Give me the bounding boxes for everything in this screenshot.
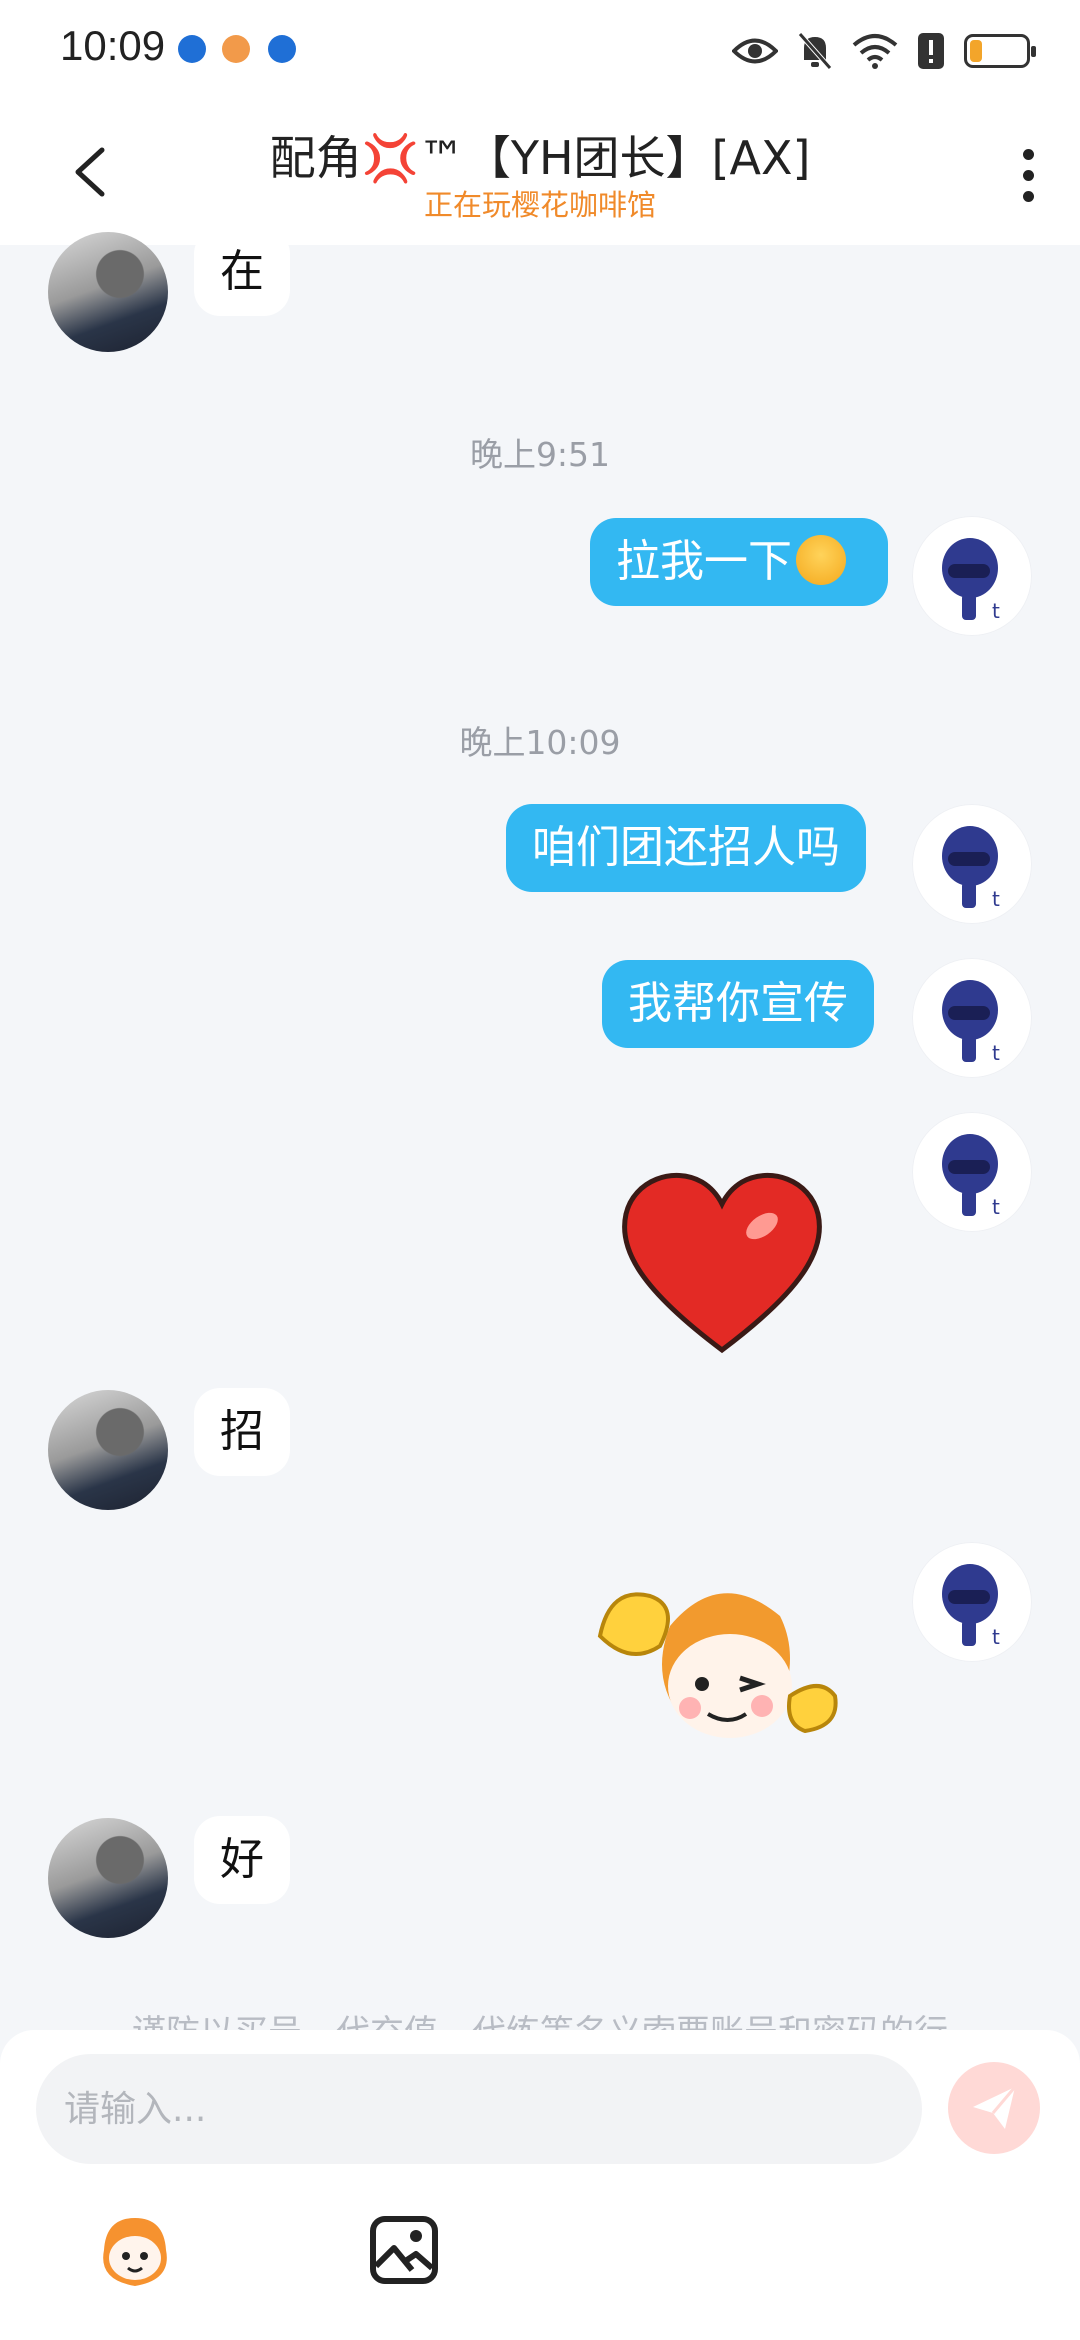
contact-avatar[interactable] (48, 1390, 168, 1510)
red-heart-icon (622, 1172, 822, 1354)
hooded-figure-avatar-icon: t (942, 980, 1000, 1065)
svg-text:t: t (992, 887, 1000, 911)
my-avatar[interactable]: t (912, 1542, 1032, 1662)
more-vertical-icon (1022, 148, 1034, 160)
my-avatar[interactable]: t (912, 1112, 1032, 1232)
heart-sticker[interactable] (612, 1160, 832, 1360)
outgoing-message[interactable]: 我帮你宣传 (602, 960, 874, 1048)
hooded-figure-avatar-icon: t (942, 1564, 1000, 1649)
contact-avatar[interactable] (48, 1818, 168, 1938)
outgoing-message[interactable]: 拉我一下 (590, 518, 888, 606)
incoming-message[interactable]: 招 (194, 1388, 290, 1476)
contact-avatar[interactable] (48, 232, 168, 352)
svg-text:t: t (992, 1625, 1000, 1649)
status-time: 10:09 (60, 22, 166, 69)
my-avatar[interactable]: t (912, 958, 1032, 1078)
mascot-ok-thumbs-up-icon (597, 1592, 838, 1738)
send-button[interactable] (948, 2062, 1040, 2154)
input-area (0, 2030, 1080, 2340)
bell-off-icon (798, 32, 832, 70)
message-text: 拉我一下 (616, 536, 792, 587)
chat-title: 配角💢™【YH团长】[AX] (269, 131, 811, 185)
status-bar: 10:09 (0, 0, 1080, 100)
svg-text:t: t (992, 1041, 1000, 1065)
my-avatar[interactable]: t (912, 804, 1032, 924)
incoming-message[interactable]: 在 (194, 228, 290, 316)
eye-icon (732, 38, 778, 64)
system-icons (732, 26, 1036, 76)
sticker-icon (103, 2218, 167, 2286)
message-input[interactable] (36, 2054, 922, 2164)
svg-text:t: t (992, 1195, 1000, 1219)
pause-app-icon (222, 35, 250, 63)
hooded-figure-avatar-icon: t (942, 1134, 1000, 1219)
send-icon (973, 2086, 1017, 2129)
shield-icon (178, 35, 206, 63)
chat-subtitle: 正在玩樱花咖啡馆 (423, 188, 656, 222)
image-button[interactable] (368, 2214, 440, 2286)
my-avatar[interactable]: t (912, 516, 1032, 636)
chat-header: 配角💢™【YH团长】[AX] 正在玩樱花咖啡馆 (0, 100, 1080, 245)
hooded-figure-avatar-icon: t (942, 538, 1000, 623)
sticker-button[interactable] (92, 2210, 178, 2296)
mascot-sticker[interactable] (590, 1566, 850, 1766)
message-timestamp: 晚上9:51 (469, 435, 611, 474)
alert-icon (918, 33, 944, 69)
incoming-message[interactable]: 好 (194, 1816, 290, 1904)
more-button[interactable] (998, 140, 1058, 210)
yum-face-emoji-icon (796, 535, 846, 585)
image-icon (370, 2216, 438, 2284)
svg-text:t: t (992, 599, 1000, 623)
message-timestamp: 晚上10:09 (459, 723, 621, 762)
wifi-icon (852, 34, 898, 69)
outgoing-message[interactable]: 咱们团还招人吗 (506, 804, 866, 892)
shield-icon (268, 35, 296, 63)
battery-icon (964, 34, 1036, 68)
hooded-figure-avatar-icon: t (942, 826, 1000, 911)
